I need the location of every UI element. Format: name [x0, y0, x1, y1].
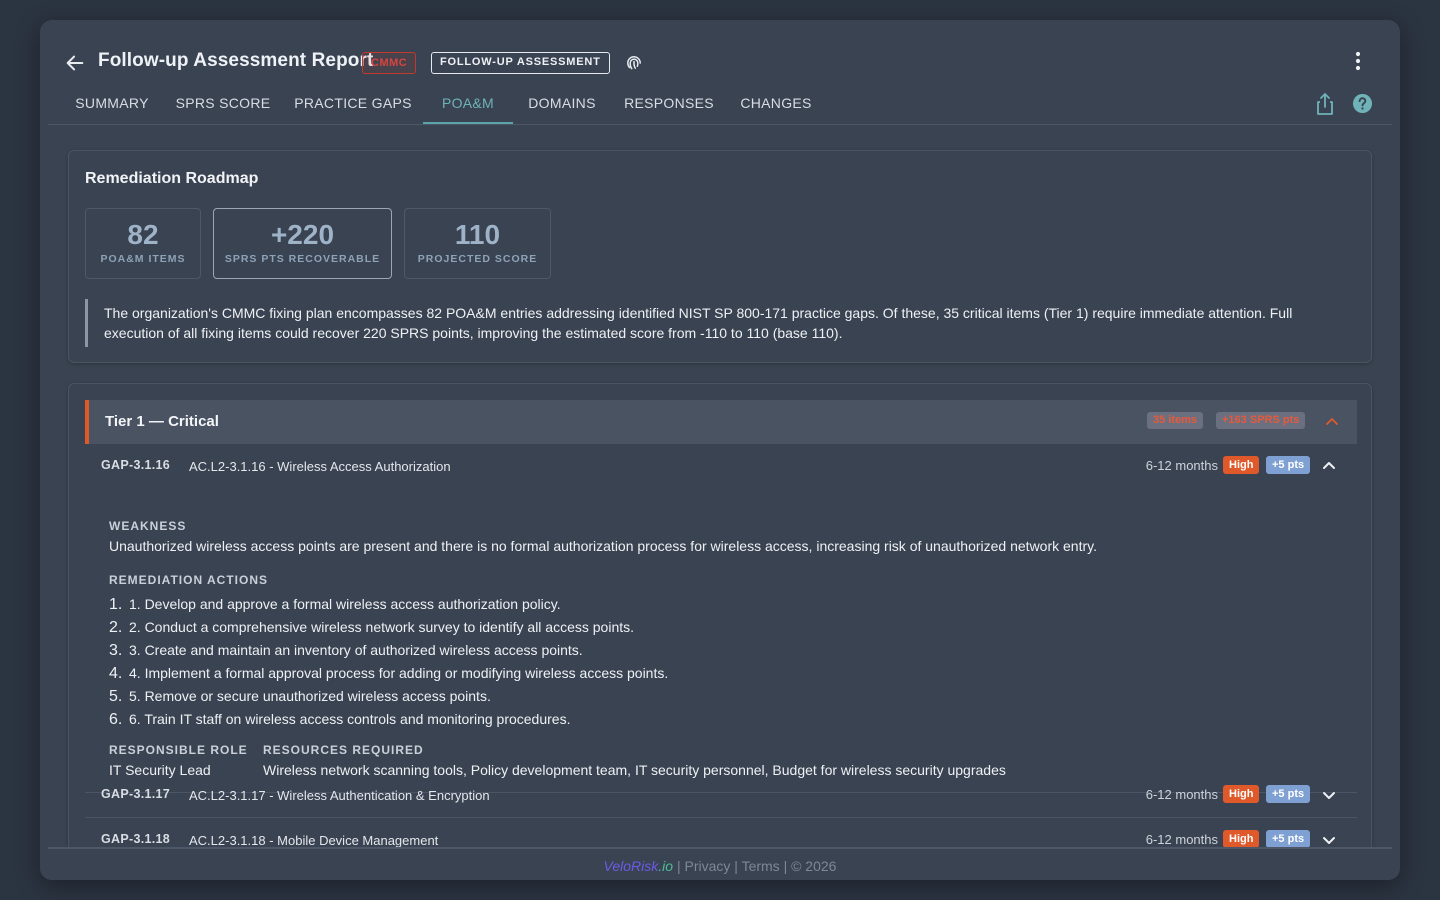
action-item: 6. 6. Train IT staff on wireless access c…: [109, 708, 1359, 731]
roadmap-summary: The organization's CMMC fixing plan enco…: [85, 299, 1357, 347]
action-number: 6.: [109, 711, 123, 728]
points-badge: +5 pts: [1266, 785, 1311, 803]
gap-id: GAP-3.1.17: [101, 787, 171, 801]
priority-badge: High: [1223, 785, 1260, 803]
gap-id: GAP-3.1.16: [101, 458, 171, 472]
back-arrow-icon[interactable]: [64, 52, 86, 74]
chevron-down-icon[interactable]: [1321, 787, 1337, 803]
gap-timeframe: 6-12 months: [1145, 458, 1218, 473]
chevron-up-icon[interactable]: [1321, 458, 1337, 474]
tier-title: Tier 1 — Critical: [105, 413, 219, 430]
action-text: 4. Implement a formal approval process f…: [129, 665, 669, 681]
gap-timeframe: 6-12 months: [1145, 787, 1218, 802]
stat-label: PROJECTED SCORE: [417, 253, 538, 265]
footer: VeloRisk.io | Privacy | Terms | © 2026: [40, 858, 1400, 874]
gap-name: AC.L2-3.1.16 - Wireless Access Authoriza…: [189, 459, 451, 474]
brand-name: VeloRisk: [603, 858, 659, 874]
priority-badge: High: [1223, 456, 1260, 474]
chevron-up-icon[interactable]: [1324, 414, 1340, 430]
tier1-header[interactable]: Tier 1 — Critical 35 items +163 SPRS pts: [85, 400, 1357, 444]
tab-responses[interactable]: RESPONSES: [622, 86, 716, 124]
tab-practice-gaps[interactable]: PRACTICE GAPS: [292, 86, 414, 124]
action-text: 3. Create and maintain an inventory of a…: [129, 642, 583, 658]
framework-badge: CMMC: [362, 52, 417, 74]
stat-poam-items: 82 POA&M ITEMS: [85, 208, 201, 279]
gap-name: AC.L2-3.1.18 - Mobile Device Management: [189, 833, 439, 848]
points-badge: +5 pts: [1266, 830, 1311, 848]
action-item: 3. 3. Create and maintain an inventory of…: [109, 639, 1359, 662]
role-label: RESPONSIBLE ROLE: [109, 743, 248, 757]
remediation-actions-section: REMEDIATION ACTIONS 1. 1. Develop and app…: [109, 573, 1359, 731]
roadmap-title: Remediation Roadmap: [85, 170, 259, 187]
action-number: 4.: [109, 665, 123, 682]
brand-domain: .io: [658, 858, 674, 874]
tab-domains[interactable]: DOMAINS: [524, 86, 600, 124]
action-text: 6. Train IT staff on wireless access con…: [129, 711, 571, 727]
assessment-type-badge: FOLLOW-UP ASSESSMENT: [431, 52, 610, 74]
report-window: Follow-up Assessment Report CMMC FOLLOW-…: [40, 20, 1400, 880]
action-number: 2.: [109, 619, 123, 636]
gap-timeframe: 6-12 months: [1145, 832, 1218, 847]
action-item: 2. 2. Conduct a comprehensive wireless ne…: [109, 616, 1359, 639]
share-icon[interactable]: [1315, 92, 1335, 116]
tier-sprs-points: +163 SPRS pts: [1216, 412, 1306, 429]
footer-separator: |: [730, 858, 742, 874]
chevron-down-icon[interactable]: [1321, 832, 1337, 848]
action-item: 5. 5. Remove or secure unauthorized wirel…: [109, 685, 1359, 708]
points-badge: +5 pts: [1266, 456, 1311, 474]
weakness-label: WEAKNESS: [109, 519, 187, 533]
resources-label: RESOURCES REQUIRED: [263, 743, 424, 757]
fingerprint-icon[interactable]: [625, 54, 643, 72]
action-number: 5.: [109, 688, 123, 705]
weakness-text: Unauthorized wireless access points are …: [109, 538, 1097, 554]
action-text: 5. Remove or secure unauthorized wireles…: [129, 688, 491, 704]
stat-projected-score: 110 PROJECTED SCORE: [404, 208, 551, 279]
gap-row[interactable]: GAP-3.1.16 AC.L2-3.1.16 - Wireless Acces…: [85, 444, 1357, 489]
stat-value: 82: [127, 219, 159, 250]
more-options-icon[interactable]: [1348, 50, 1368, 72]
tier-items-count: 35 items: [1147, 412, 1204, 429]
gap-name: AC.L2-3.1.17 - Wireless Authentication &…: [189, 788, 490, 803]
footer-separator: |: [673, 858, 685, 874]
tab-changes[interactable]: CHANGES: [738, 86, 814, 124]
action-number: 1.: [109, 596, 123, 613]
remediation-roadmap-card: Remediation Roadmap 82 POA&M ITEMS +220 …: [68, 150, 1372, 363]
gap-id: GAP-3.1.18: [101, 832, 171, 846]
privacy-link[interactable]: Privacy: [684, 858, 730, 874]
weakness-section: WEAKNESS Unauthorized wireless access po…: [109, 519, 1359, 554]
stat-sprs-recoverable: +220 SPRS PTS RECOVERABLE: [213, 208, 392, 279]
help-icon[interactable]: [1352, 93, 1373, 114]
report-tabs: SUMMARY SPRS SCORE PRACTICE GAPS POA&M D…: [48, 86, 1392, 125]
tab-summary[interactable]: SUMMARY: [68, 86, 156, 124]
copyright: | © 2026: [779, 858, 837, 874]
tab-poam[interactable]: POA&M: [423, 86, 513, 124]
gap-row[interactable]: GAP-3.1.17 AC.L2-3.1.17 - Wireless Authe…: [85, 773, 1357, 818]
stat-label: SPRS PTS RECOVERABLE: [224, 253, 381, 265]
tab-sprs-score[interactable]: SPRS SCORE: [174, 86, 272, 124]
action-item: 1. 1. Develop and approve a formal wirele…: [109, 593, 1359, 616]
priority-badge: High: [1223, 830, 1260, 848]
summary-line: The organization's CMMC fixing plan enco…: [104, 305, 1293, 321]
summary-line: execution of all fixing items could reco…: [104, 325, 843, 341]
stat-label: POA&M ITEMS: [100, 253, 186, 265]
action-item: 4. 4. Implement a formal approval process…: [109, 662, 1359, 685]
actions-list: 1. 1. Develop and approve a formal wirele…: [109, 593, 1359, 731]
action-text: 2. Conduct a comprehensive wireless netw…: [129, 619, 635, 635]
stat-value: 110: [454, 219, 501, 250]
page-title: Follow-up Assessment Report: [98, 50, 374, 71]
footer-divider: [48, 847, 1392, 849]
terms-link[interactable]: Terms: [742, 858, 780, 874]
actions-label: REMEDIATION ACTIONS: [109, 573, 268, 587]
action-text: 1. Develop and approve a formal wireless…: [129, 596, 561, 612]
action-number: 3.: [109, 642, 123, 659]
stat-value: +220: [270, 219, 335, 250]
tiers-card: Tier 1 — Critical 35 items +163 SPRS pts…: [68, 383, 1372, 880]
